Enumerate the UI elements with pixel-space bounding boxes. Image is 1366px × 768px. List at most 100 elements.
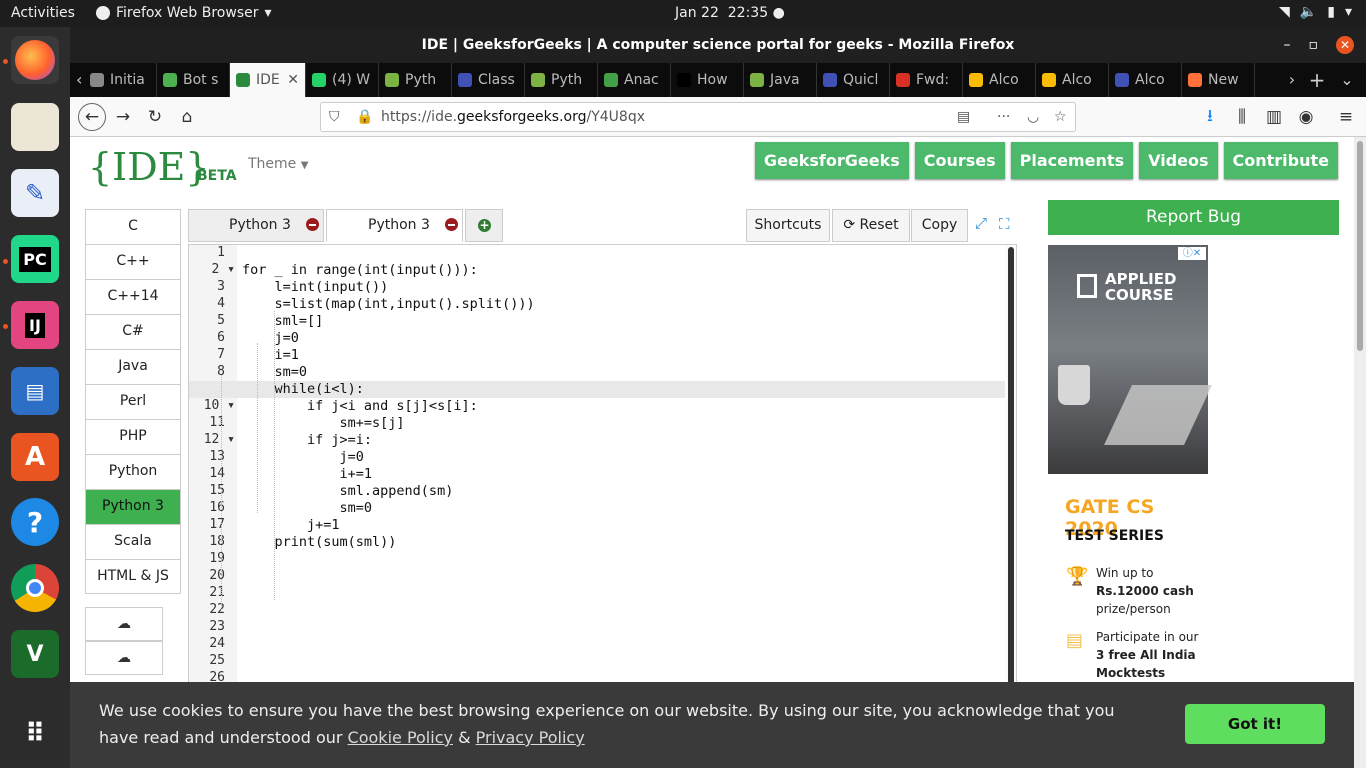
browser-tab[interactable]: Pyth xyxy=(525,63,598,97)
browser-tab[interactable]: Alco xyxy=(963,63,1036,97)
lang-cpp[interactable]: C++ xyxy=(85,244,181,279)
minimize-icon[interactable]: – xyxy=(1284,27,1291,63)
download-cloud-icon[interactable]: ☁ xyxy=(85,641,163,675)
close-icon[interactable]: ✕ xyxy=(1336,36,1354,54)
app-menu[interactable]: Firefox Web Browser ▾ xyxy=(96,5,272,21)
page-scrollbar-thumb[interactable] xyxy=(1357,141,1363,351)
page-actions-icon[interactable]: ··· xyxy=(997,103,1010,131)
nav-placements[interactable]: Placements xyxy=(1010,142,1134,179)
browser-tab[interactable]: Initia xyxy=(84,63,157,97)
text-editor-icon[interactable]: ✎ xyxy=(11,169,59,217)
sidebar-icon[interactable]: ▥ xyxy=(1262,105,1286,129)
theme-dropdown[interactable]: Theme ▼ xyxy=(248,156,308,172)
intellij-icon[interactable]: IJ xyxy=(11,301,59,349)
report-bug-button[interactable]: Report Bug xyxy=(1048,200,1339,235)
browser-tab[interactable]: New xyxy=(1182,63,1255,97)
nav-geeksforgeeks[interactable]: GeeksforGeeks xyxy=(754,142,909,179)
vim-icon[interactable]: V xyxy=(11,630,59,678)
ide-logo[interactable]: {IDE} xyxy=(88,145,210,189)
writer-icon[interactable]: ▤ xyxy=(11,367,59,415)
files-icon[interactable] xyxy=(11,103,59,151)
url-bar[interactable]: ⛉ 🔒 https://ide.geeksforgeeks.org/Y4U8qx… xyxy=(320,102,1076,132)
remove-tab-icon[interactable] xyxy=(444,218,458,231)
lang-java[interactable]: Java xyxy=(85,349,181,384)
browser-tab[interactable]: Alco xyxy=(1109,63,1182,97)
help-icon[interactable]: ? xyxy=(11,498,59,546)
line-number: 23 xyxy=(209,619,225,634)
home-icon[interactable]: ⌂ xyxy=(175,105,199,129)
lang-python3[interactable]: Python 3 xyxy=(85,489,181,524)
system-tray[interactable]: ◥ 🔈 ▮ ▾ xyxy=(1279,4,1352,20)
copy-button[interactable]: Copy xyxy=(911,209,968,242)
list-all-tabs-icon[interactable]: ⌄ xyxy=(1332,63,1362,97)
reload-icon[interactable]: ↻ xyxy=(143,105,167,129)
lang-scala[interactable]: Scala xyxy=(85,524,181,559)
browser-tab[interactable]: Class xyxy=(452,63,525,97)
browser-tab[interactable]: IDE ✕ xyxy=(230,63,306,97)
pocket-icon[interactable]: ◡ xyxy=(1027,103,1039,131)
back-icon[interactable]: ← xyxy=(78,103,106,131)
close-tab-icon[interactable]: ✕ xyxy=(287,72,305,88)
browser-tab[interactable]: Bot s xyxy=(157,63,230,97)
browser-tab[interactable]: How xyxy=(671,63,744,97)
expand-icon[interactable]: ⤢ xyxy=(975,214,987,232)
nav-contribute[interactable]: Contribute xyxy=(1223,142,1338,179)
chrome-icon[interactable] xyxy=(11,564,59,612)
nav-videos[interactable]: Videos xyxy=(1139,142,1218,179)
line-number: 7 xyxy=(217,347,225,362)
clock[interactable]: Jan 22 22:35 ● xyxy=(675,5,785,21)
lang-cpp14[interactable]: C++14 xyxy=(85,279,181,314)
editor-tab-2[interactable]: Python 3 xyxy=(326,209,463,242)
remove-tab-icon[interactable] xyxy=(305,218,319,231)
reset-button[interactable]: ⟳ Reset xyxy=(832,209,910,242)
lang-csharp[interactable]: C# xyxy=(85,314,181,349)
library-icon[interactable]: ⫼ xyxy=(1230,105,1254,129)
cookie-policy-link[interactable]: Cookie Policy xyxy=(348,728,453,747)
browser-tab[interactable]: (4) W xyxy=(306,63,379,97)
lock-icon[interactable]: 🔒 xyxy=(356,103,373,131)
browser-tab[interactable]: Alco xyxy=(1036,63,1109,97)
firefox-icon[interactable] xyxy=(11,36,59,84)
bookmark-star-icon[interactable]: ☆ xyxy=(1054,103,1067,131)
reader-view-icon[interactable]: ▤ xyxy=(957,103,970,131)
adchoices-icon[interactable]: ⓘ✕ xyxy=(1178,247,1206,260)
tab-scroll-left-icon[interactable]: ‹ xyxy=(70,63,84,97)
trophy-icon: 🏆 xyxy=(1066,566,1089,587)
tab-scroll-right-icon[interactable]: › xyxy=(1282,63,1302,97)
shield-icon[interactable]: ⛉ xyxy=(329,103,340,131)
shortcuts-button[interactable]: Shortcuts xyxy=(746,209,830,242)
page-scrollbar[interactable] xyxy=(1354,137,1366,768)
upload-cloud-icon[interactable]: ☁ xyxy=(85,607,163,641)
account-icon[interactable]: ◉ xyxy=(1294,105,1318,129)
software-center-icon[interactable]: A xyxy=(11,433,59,481)
downloads-icon[interactable]: ⭳ xyxy=(1198,105,1222,129)
cookie-text: We use cookies to ensure you have the be… xyxy=(99,701,1115,747)
lang-html-js[interactable]: HTML & JS xyxy=(85,559,181,594)
advertisement-image[interactable]: ⓘ✕ APPLIED COURSE xyxy=(1048,245,1212,474)
browser-tab[interactable]: Fwd: xyxy=(890,63,963,97)
browser-tab[interactable]: Quicl xyxy=(817,63,890,97)
nav-courses[interactable]: Courses xyxy=(914,142,1005,179)
forward-icon[interactable]: → xyxy=(111,105,135,129)
menu-icon[interactable]: ≡ xyxy=(1334,105,1358,129)
lang-php[interactable]: PHP xyxy=(85,419,181,454)
line-number: 4 xyxy=(217,296,225,311)
browser-tab[interactable]: Pyth xyxy=(379,63,452,97)
activities-button[interactable]: Activities xyxy=(11,5,75,21)
tab-favicon-icon xyxy=(750,73,764,87)
code-line: sml=[] xyxy=(242,313,324,329)
lang-perl[interactable]: Perl xyxy=(85,384,181,419)
lang-c[interactable]: C xyxy=(85,209,181,244)
show-applications-icon[interactable]: ⠿ xyxy=(11,710,59,758)
got-it-button[interactable]: Got it! xyxy=(1185,704,1325,744)
add-tab-button[interactable]: + xyxy=(465,209,503,242)
new-tab-icon[interactable]: + xyxy=(1302,63,1332,97)
editor-tab-1[interactable]: Python 3 xyxy=(188,209,324,242)
browser-tab[interactable]: Java xyxy=(744,63,817,97)
fullscreen-icon[interactable]: ⛶ xyxy=(999,215,1010,233)
maximize-icon[interactable]: ▫ xyxy=(1309,27,1319,63)
privacy-policy-link[interactable]: Privacy Policy xyxy=(476,728,585,747)
browser-tab[interactable]: Anac xyxy=(598,63,671,97)
lang-python[interactable]: Python xyxy=(85,454,181,489)
pycharm-icon[interactable]: PC xyxy=(11,235,59,283)
